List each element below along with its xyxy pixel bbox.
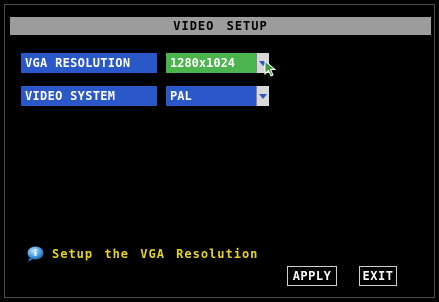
video-system-label: VIDEO SYSTEM xyxy=(21,86,157,106)
help-text: Setup the VGA Resolution xyxy=(52,247,259,261)
vga-resolution-label: VGA RESOLUTION xyxy=(21,53,157,73)
page-title: VIDEO SETUP xyxy=(173,19,268,33)
info-bubble-icon xyxy=(27,246,44,262)
mouse-cursor-icon xyxy=(264,60,277,77)
video-system-dropdown-button[interactable] xyxy=(256,86,269,106)
exit-button[interactable]: EXIT xyxy=(359,266,397,286)
title-bar: VIDEO SETUP xyxy=(10,17,431,35)
vga-resolution-value[interactable]: 1280x1024 xyxy=(166,53,256,73)
video-system-value[interactable]: PAL xyxy=(166,86,256,106)
vga-resolution-select[interactable]: 1280x1024 xyxy=(166,53,269,73)
help-hint: Setup the VGA Resolution xyxy=(26,245,258,263)
video-system-select[interactable]: PAL xyxy=(166,86,269,106)
apply-button[interactable]: APPLY xyxy=(287,266,337,286)
video-setup-screen: VIDEO SETUP VGA RESOLUTION 1280x1024 VID… xyxy=(0,0,439,302)
chevron-down-icon xyxy=(259,93,267,99)
